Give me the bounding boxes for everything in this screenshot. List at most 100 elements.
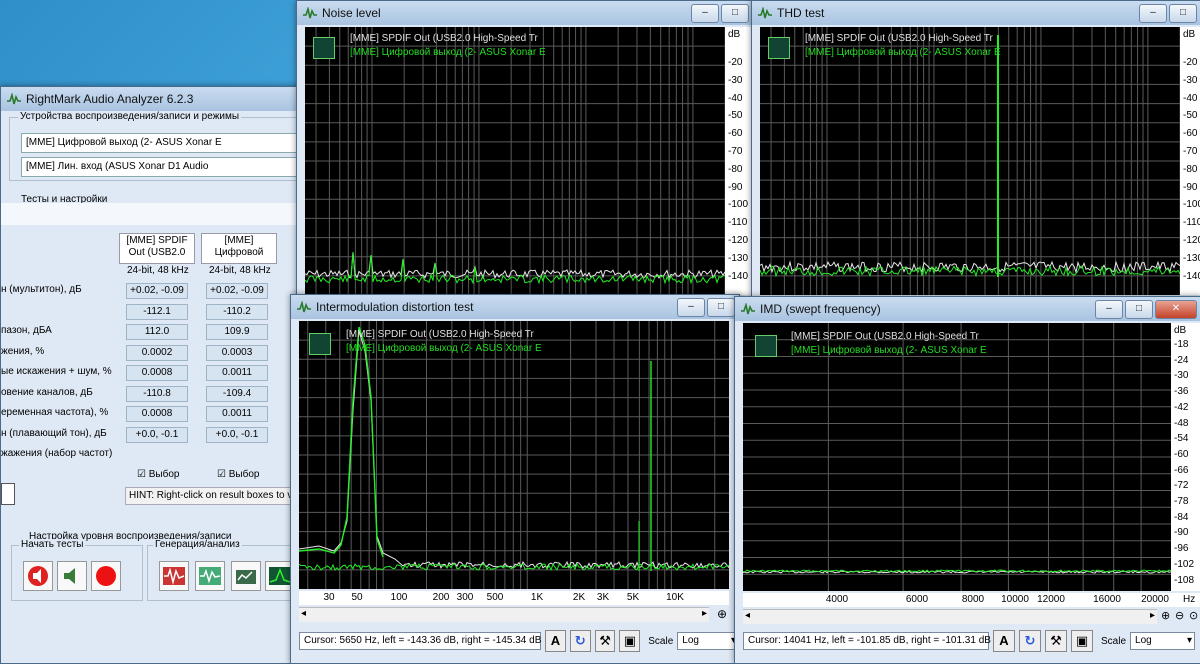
graph-icon[interactable]: [309, 333, 331, 355]
devices-group-label: Устройства воспроизведения/записи и режи…: [18, 111, 242, 122]
result-row-label: пазон, дБА: [1, 325, 52, 336]
x-tick-label: 5K: [626, 592, 640, 603]
db-tick-label: -96: [1174, 543, 1189, 555]
result-value-box[interactable]: +0.02, -0.09: [126, 283, 188, 299]
legend-line-1: [MME] SPDIF Out (USB2.0 High-Speed Tr: [805, 33, 993, 44]
generator-button[interactable]: [159, 561, 189, 591]
save-disk-icon[interactable]: ▣: [1071, 630, 1093, 652]
graph-icon[interactable]: [313, 37, 335, 59]
speaker-test-button[interactable]: [57, 561, 87, 591]
db-tick-label: -70: [1183, 146, 1198, 157]
cursor-readout: Cursor: 5650 Hz, left = -143.36 dB, righ…: [299, 632, 541, 650]
record-button[interactable]: [91, 561, 121, 591]
db-tick-label: -36: [1174, 386, 1189, 398]
result-value-box[interactable]: [206, 447, 266, 461]
db-tick-label: -18: [1174, 339, 1189, 350]
result-value-box[interactable]: -110.8: [126, 385, 188, 402]
rmaa-logo-icon: [758, 7, 772, 19]
rmaa-main-window: RightMark Audio Analyzer 6.2.3 Устройств…: [0, 86, 302, 664]
result-value-box[interactable]: -110.2: [206, 303, 268, 320]
result-value-box[interactable]: [126, 447, 186, 461]
db-tick-label: -50: [728, 110, 743, 122]
save-disk-icon[interactable]: ▣: [619, 630, 641, 652]
maximize-button[interactable]: □: [1169, 4, 1197, 23]
zoom-fit-icon[interactable]: ⊙: [1189, 609, 1198, 622]
result-value-box[interactable]: 112.0: [126, 324, 188, 340]
main-titlebar[interactable]: RightMark Audio Analyzer 6.2.3: [1, 87, 301, 111]
imd-titlebar[interactable]: Intermodulation distortion test – □: [291, 295, 739, 319]
rmaa-logo-icon: [741, 303, 755, 315]
scroll-right-icon[interactable]: ▸: [702, 608, 707, 619]
maximize-button[interactable]: □: [707, 298, 735, 317]
zoom-icon[interactable]: ⊕: [717, 607, 727, 621]
scale-select[interactable]: Log▾: [677, 632, 739, 650]
legend-line-2: [MME] Цифровой выход (2- ASUS Xonar E: [346, 343, 542, 354]
result-value-box[interactable]: 0.0002: [126, 344, 188, 361]
font-a-icon[interactable]: A: [545, 630, 566, 652]
graph-icon[interactable]: [755, 335, 777, 357]
x-tick-label: 16000: [1093, 594, 1121, 605]
result-value-box[interactable]: -112.1: [126, 303, 188, 320]
result-value-box[interactable]: 0.0011: [206, 406, 268, 422]
wrench-icon[interactable]: ⚒: [1045, 630, 1067, 652]
analyzer-button[interactable]: [195, 561, 225, 591]
result-value-box[interactable]: 0.0011: [206, 365, 268, 381]
col2-header[interactable]: [MME] Цифровой: [201, 233, 277, 264]
legend-line-1: [MME] SPDIF Out (USB2.0 High-Speed Tr: [346, 329, 534, 340]
db-tick-label: -80: [1183, 163, 1198, 175]
result-value-box[interactable]: 109.9: [206, 324, 268, 340]
swept-plot[interactable]: [MME] SPDIF Out (USB2.0 High-Speed Tr [M…: [743, 323, 1171, 591]
result-value-box[interactable]: +0.02, -0.09: [206, 283, 268, 299]
maximize-button[interactable]: □: [721, 4, 749, 23]
playback-device-field[interactable]: [MME] Цифровой выход (2- ASUS Xonar E: [21, 133, 301, 153]
result-value-box[interactable]: 0.0003: [206, 344, 268, 361]
scroll-left-icon[interactable]: ◂: [301, 608, 306, 619]
scale-select[interactable]: Log▾: [1130, 632, 1196, 650]
cursor-readout: Cursor: 14041 Hz, left = -101.85 dB, rig…: [743, 632, 991, 650]
minus-button[interactable]: [1, 483, 15, 505]
legend-line-1: [MME] SPDIF Out (USB2.0 High-Speed Tr: [791, 331, 979, 342]
font-a-icon[interactable]: A: [993, 630, 1015, 652]
result-value-box[interactable]: +0.0, -0.1: [126, 426, 188, 443]
imd-plot[interactable]: [MME] SPDIF Out (USB2.0 High-Speed Tr [M…: [299, 321, 729, 589]
record-device-field[interactable]: [MME] Лин. вход (ASUS Xonar D1 Audio: [21, 157, 301, 177]
select-checkbox-2[interactable]: ☑ Выбор: [217, 469, 259, 480]
folder-button[interactable]: [231, 561, 261, 591]
noise-plot[interactable]: [MME] SPDIF Out (USB2.0 High-Speed Tr [M…: [305, 27, 725, 295]
result-value-box[interactable]: -109.4: [206, 385, 268, 402]
result-value-box[interactable]: +0.0, -0.1: [206, 426, 268, 443]
db-tick-label: -130: [1183, 252, 1200, 264]
maximize-button[interactable]: □: [1125, 300, 1153, 319]
col1-header[interactable]: [MME] SPDIF Out (USB2.0: [119, 233, 195, 264]
db-tick-label: -72: [1174, 480, 1189, 492]
close-button[interactable]: ✕: [1155, 300, 1197, 319]
result-value-box[interactable]: 0.0008: [126, 365, 188, 381]
wrench-icon[interactable]: ⚒: [594, 630, 616, 652]
db-tick-label: -108: [1174, 574, 1195, 586]
minimize-button[interactable]: –: [677, 298, 705, 317]
noise-titlebar[interactable]: Noise level – □: [297, 1, 753, 25]
refresh-icon[interactable]: ↻: [569, 630, 591, 652]
thd-titlebar[interactable]: THD test – □: [752, 1, 1200, 25]
hint-box: HINT: Right-click on result boxes to vi: [125, 487, 301, 505]
record-test-button[interactable]: [23, 561, 53, 591]
graph-icon[interactable]: [768, 37, 790, 59]
refresh-icon[interactable]: ↻: [1019, 630, 1041, 652]
x-tick-label: 10000: [1001, 594, 1029, 605]
thd-plot[interactable]: [MME] SPDIF Out (USB2.0 High-Speed Tr [M…: [760, 27, 1180, 295]
swept-horizontal-scrollbar[interactable]: ◂ ▸: [743, 609, 1157, 624]
minimize-button[interactable]: –: [1139, 4, 1167, 23]
db-unit-label: dB: [728, 29, 741, 40]
minimize-button[interactable]: –: [1095, 300, 1123, 319]
minimize-button[interactable]: –: [691, 4, 719, 23]
legend-line-2: [MME] Цифровой выход (2- ASUS Xonar E: [805, 47, 1001, 58]
result-row-label: овение каналов, дБ: [1, 386, 93, 398]
select-checkbox-1[interactable]: ☑ Выбор: [137, 469, 179, 480]
scroll-left-icon[interactable]: ◂: [745, 610, 750, 621]
zoom-out-icon[interactable]: ⊖: [1175, 609, 1184, 622]
result-value-box[interactable]: 0.0008: [126, 406, 188, 422]
imd-horizontal-scrollbar[interactable]: ◂ ▸: [299, 607, 709, 622]
scroll-right-icon[interactable]: ▸: [1150, 610, 1155, 621]
zoom-in-icon[interactable]: ⊕: [1161, 609, 1170, 622]
swept-titlebar[interactable]: IMD (swept frequency) – □ ✕: [735, 297, 1200, 321]
